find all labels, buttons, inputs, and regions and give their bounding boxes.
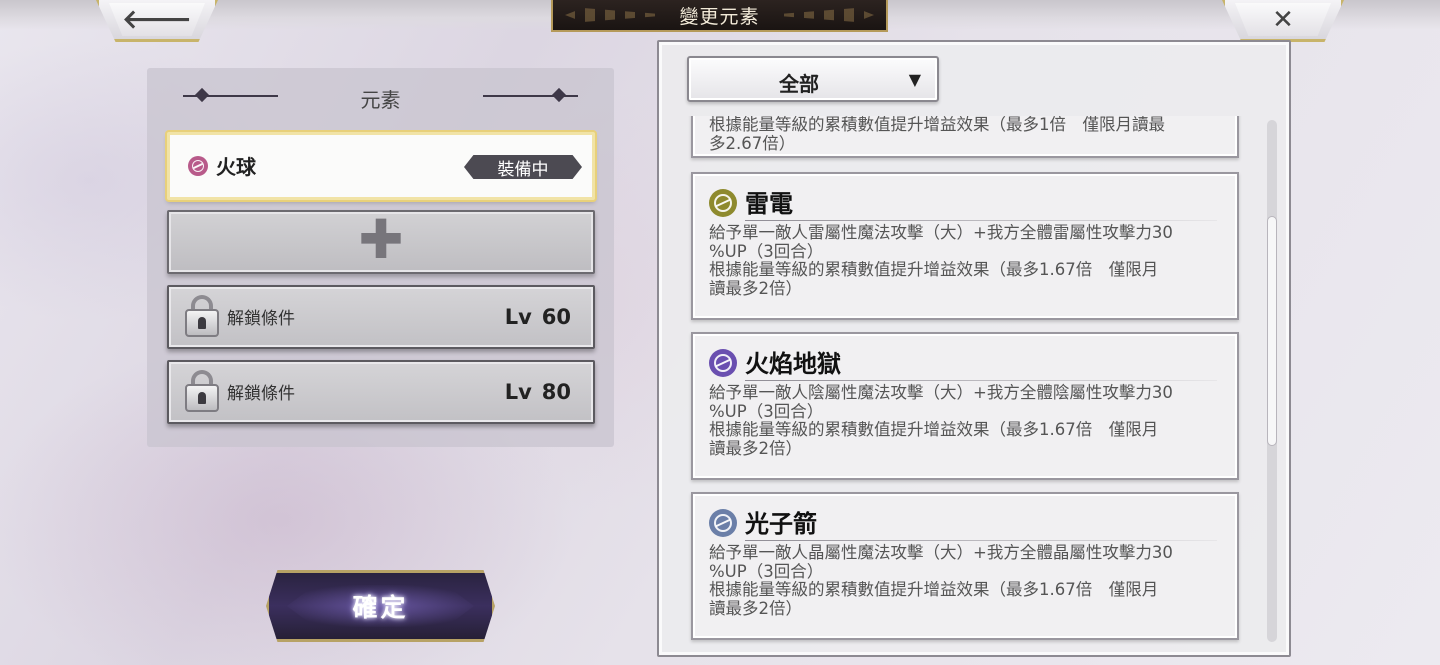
element-description: 給予單一敵人雷屬性魔法攻擊（大）+我方全體雷屬性攻擊力30 %UP（3回合） 根…: [709, 223, 1173, 298]
thunder-element-icon: [709, 189, 737, 217]
page-title-plate: 變更元素: [551, 0, 888, 32]
level-value: 80: [541, 380, 571, 404]
element-card[interactable]: 光子箭 給予單一敵人晶屬性魔法攻擊（大）+我方全體晶屬性攻擊力30 %UP（3回…: [691, 492, 1239, 640]
card-divider: [745, 540, 1217, 541]
equipped-element-slot[interactable]: 火球 裝備中: [167, 132, 595, 200]
scrollbar-thumb[interactable]: [1267, 216, 1277, 446]
section-header: 元素: [147, 84, 614, 112]
equipped-badge: 裝備中: [464, 155, 582, 179]
element-title: 雷電: [745, 189, 793, 218]
locked-slot[interactable]: 解鎖條件 Lv 60: [167, 285, 595, 349]
plus-icon: ✚: [358, 208, 404, 271]
unlock-condition-label: 解鎖條件: [227, 384, 295, 404]
element-card[interactable]: 根據能量等級的累積數值提升增益效果（最多1倍 僅限月讀最 多2.67倍）: [691, 116, 1239, 158]
card-divider: [745, 220, 1217, 221]
element-description: 根據能量等級的累積數值提升增益效果（最多1倍 僅限月讀最 多2.67倍）: [709, 116, 1165, 153]
close-button[interactable]: ✕: [1222, 0, 1344, 42]
element-list-panel: 全部 ▼ 根據能量等級的累積數值提升增益效果（最多1倍 僅限月讀最 多2.67倍…: [657, 40, 1291, 657]
element-card[interactable]: 雷電 給予單一敵人雷屬性魔法攻擊（大）+我方全體雷屬性攻擊力30 %UP（3回合…: [691, 172, 1239, 320]
close-icon: ✕: [1272, 4, 1294, 35]
element-title: 光子箭: [745, 509, 817, 538]
equipped-element-name: 火球: [216, 155, 256, 179]
confirm-label: 確定: [352, 593, 409, 622]
locked-slot[interactable]: 解鎖條件 Lv 80: [167, 360, 595, 424]
scrollbar[interactable]: [1267, 120, 1277, 642]
unlock-condition-label: 解鎖條件: [227, 309, 295, 329]
ornament-divider-right: [483, 87, 578, 103]
dropdown-arrow-icon: ▼: [908, 70, 921, 89]
level-prefix: Lv: [504, 305, 532, 329]
element-description: 給予單一敵人晶屬性魔法攻擊（大）+我方全體晶屬性攻擊力30 %UP（3回合） 根…: [709, 543, 1173, 618]
element-description: 給予單一敵人陰屬性魔法攻擊（大）+我方全體陰屬性攻擊力30 %UP（3回合） 根…: [709, 383, 1173, 458]
dark-element-icon: [709, 349, 737, 377]
card-header: 火焰地獄: [709, 344, 1217, 381]
card-header: 光子箭: [709, 504, 1217, 541]
element-title: 火焰地獄: [745, 349, 841, 378]
level-prefix: Lv: [504, 380, 532, 404]
section-title: 元素: [360, 88, 401, 112]
element-list[interactable]: 根據能量等級的累積數值提升增益效果（最多1倍 僅限月讀最 多2.67倍） 雷電 …: [687, 116, 1243, 646]
back-button[interactable]: 🡐: [96, 0, 218, 42]
level-value: 60: [541, 305, 571, 329]
dark-element-icon: [188, 156, 208, 176]
crystal-element-icon: [709, 509, 737, 537]
filter-dropdown[interactable]: 全部 ▼: [687, 56, 939, 102]
confirm-button[interactable]: 確定: [266, 570, 495, 642]
unlock-level: Lv 60: [505, 305, 571, 329]
lock-icon: [185, 295, 219, 337]
element-slots-panel: 元素 火球 裝備中 ✚ 解鎖條件 Lv 60 解鎖條件 Lv 80: [147, 68, 614, 447]
lock-icon: [185, 370, 219, 412]
element-card[interactable]: 火焰地獄 給予單一敵人陰屬性魔法攻擊（大）+我方全體陰屬性攻擊力30 %UP（3…: [691, 332, 1239, 480]
add-element-slot[interactable]: ✚: [167, 210, 595, 274]
page-title: 變更元素: [679, 5, 760, 28]
back-arrow-icon: 🡐: [122, 4, 192, 35]
unlock-level: Lv 80: [505, 380, 571, 404]
card-header: 雷電: [709, 184, 1217, 221]
card-divider: [745, 380, 1217, 381]
filter-selected-value: 全部: [779, 72, 819, 96]
